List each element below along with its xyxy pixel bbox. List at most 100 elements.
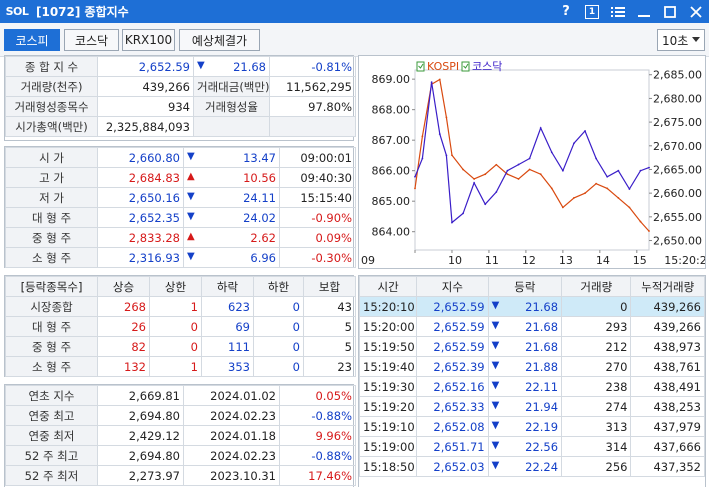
price-extra: -0.30% — [279, 247, 356, 268]
updown-value: 82 — [97, 336, 150, 357]
updown-row: 대 형 주 26 0 69 0 5 — [5, 316, 356, 337]
kosdaq-point — [430, 81, 433, 84]
tick-row[interactable]: 15:19:00 2,651.71 ▼ 22.56 314 437,666 — [358, 436, 705, 457]
price-row: 저 가 2,650.16 ▼ 24.11 15:15:40 — [5, 187, 356, 208]
yearly-row: 연중 최저 2,429.12 2024.01.18 9.96% — [5, 425, 356, 446]
tick-change: 22.19 — [525, 419, 559, 434]
yearly-row: 연중 최고 2,694.80 2024.02.23 -0.88% — [5, 405, 356, 426]
close-icon — [690, 5, 702, 18]
minimize-button[interactable] — [631, 0, 657, 23]
window-title: [1072] 종합지수 — [36, 5, 129, 19]
legend-checkbox-icon[interactable] — [416, 61, 425, 72]
price-label: 대 형 주 — [5, 207, 98, 228]
tick-row[interactable]: 15:18:50 2,652.03 ▼ 22.24 256 437,352 — [358, 456, 705, 477]
down-arrow-icon: ▼ — [491, 379, 500, 391]
maximize-button[interactable] — [657, 0, 683, 23]
tick-cumulative: 437,352 — [630, 456, 705, 477]
tick-index: 2,652.33 — [416, 396, 489, 417]
right-tick-label: 2,675.00 — [653, 116, 702, 129]
tick-volume: 274 — [561, 396, 632, 417]
updown-label: 대 형 주 — [5, 316, 98, 337]
kosdaq-point — [506, 169, 509, 172]
tick-time: 15:19:40 — [358, 356, 418, 377]
yearly-label: 연중 최고 — [5, 405, 98, 426]
maximize-icon — [664, 5, 676, 18]
kosdaq-point — [517, 163, 520, 166]
tick-row[interactable]: 15:19:50 2,652.59 ▼ 21.68 212 438,973 — [358, 336, 705, 357]
kospi-point — [639, 220, 642, 223]
kospi-point — [539, 173, 542, 176]
updown-value: 111 — [201, 336, 254, 357]
updown-header-cell: 하한 — [253, 276, 304, 297]
kosdaq-point — [628, 188, 631, 190]
tick-time: 15:19:10 — [358, 416, 418, 437]
tab-kospi[interactable]: 코스피 — [4, 29, 60, 51]
tick-change: 21.68 — [525, 339, 559, 354]
close-button[interactable] — [683, 0, 709, 23]
title-bar: SOL [1072] 종합지수 ? 1 — [0, 0, 709, 23]
yearly-date: 2024.02.23 — [183, 445, 280, 466]
tick-cumulative: 437,666 — [630, 436, 705, 457]
kospi-point — [584, 192, 586, 195]
tick-row[interactable]: 15:20:00 2,652.59 ▼ 21.68 293 439,266 — [358, 316, 705, 337]
updown-row: 소 형 주 132 1 353 0 23 — [5, 356, 356, 377]
yearly-date: 2023.10.31 — [183, 465, 280, 486]
ticks-header: 시간 지수 등락 거래량 누적거래량 — [358, 276, 705, 297]
tick-row[interactable]: 15:20:10 2,652.59 ▼ 21.68 0 439,266 — [358, 296, 705, 317]
link-group-button[interactable]: 1 — [579, 0, 605, 23]
yearly-value: 2,694.80 — [97, 445, 184, 466]
plot-area — [414, 69, 650, 251]
tab-expected-price[interactable]: 예상체결가 — [179, 29, 260, 51]
price-change: 24.11 — [243, 190, 276, 205]
yearly-value: 2,694.80 — [97, 405, 184, 426]
tick-cumulative: 439,266 — [630, 316, 705, 337]
index-change: 21.68 — [233, 59, 266, 74]
tick-cumulative: 438,253 — [630, 396, 705, 417]
tick-row[interactable]: 15:19:20 2,652.33 ▼ 21.94 274 438,253 — [358, 396, 705, 417]
kospi-point — [451, 154, 453, 157]
updown-header-cell: [등락종목수] — [5, 276, 98, 297]
tick-time: 15:20:00 — [358, 316, 418, 337]
index-label: 종 합 지 수 — [5, 56, 98, 77]
kospi-point — [595, 182, 598, 185]
price-extra: -0.90% — [279, 207, 356, 228]
yearly-row: 52 주 최저 2,273.97 2023.10.31 17.46% — [5, 465, 356, 486]
kosdaq-point — [539, 127, 542, 129]
tick-change: 22.56 — [525, 439, 559, 454]
help-button[interactable]: ? — [553, 0, 579, 23]
kosdaq-point — [495, 191, 498, 193]
kosdaq-point — [617, 169, 620, 172]
interval-value: 10초 — [662, 33, 689, 48]
tick-row[interactable]: 15:19:40 2,652.39 ▼ 21.88 270 438,761 — [358, 356, 705, 377]
kospi-point — [517, 178, 520, 180]
kosdaq-point — [573, 142, 575, 145]
yearly-label: 연초 지수 — [5, 385, 98, 406]
right-tick-label: 2,665.00 — [653, 163, 702, 176]
tick-index: 2,651.71 — [416, 436, 489, 457]
interval-select[interactable]: 10초 — [657, 29, 705, 51]
tick-row[interactable]: 15:19:10 2,652.08 ▼ 22.19 313 437,979 — [358, 416, 705, 437]
tick-volume: 314 — [561, 436, 632, 457]
kospi-point — [617, 196, 620, 199]
kospi-point — [550, 187, 553, 190]
tick-row[interactable]: 15:19:30 2,652.16 ▼ 22.11 238 438,491 — [358, 376, 705, 397]
yearly-rate: 17.46% — [279, 465, 356, 486]
tick-volume: 293 — [561, 316, 632, 337]
ratio-label: 거래형성율 — [193, 96, 270, 117]
left-tick-label: 865.00 — [372, 195, 411, 208]
updown-panel: [등락종목수] 상승 상한 하락 하한 보합 시장종합 268 1 623 0 43 대 형 주 26 0 6… — [4, 275, 356, 377]
kospi-point — [561, 206, 564, 209]
tick-change: 21.88 — [525, 359, 559, 374]
count-value: 934 — [97, 96, 194, 117]
tab-krx100[interactable]: KRX100 — [122, 29, 175, 51]
legend-checkbox-icon[interactable] — [461, 61, 470, 72]
kosdaq-point — [462, 212, 464, 215]
kosdaq-point — [414, 175, 416, 178]
tick-volume: 256 — [561, 456, 632, 477]
tab-kosdaq[interactable]: 코스닥 — [64, 29, 119, 51]
updown-value: 132 — [97, 356, 150, 377]
menu-button[interactable] — [605, 0, 631, 23]
summary-panel: 종 합 지 수 2,652.59 ▼ 21.68 -0.81% 거래량(천주) 4… — [4, 55, 356, 141]
price-row: 시 가 2,660.80 ▼ 13.47 09:00:01 — [5, 147, 356, 168]
kosdaq-point — [451, 221, 453, 224]
